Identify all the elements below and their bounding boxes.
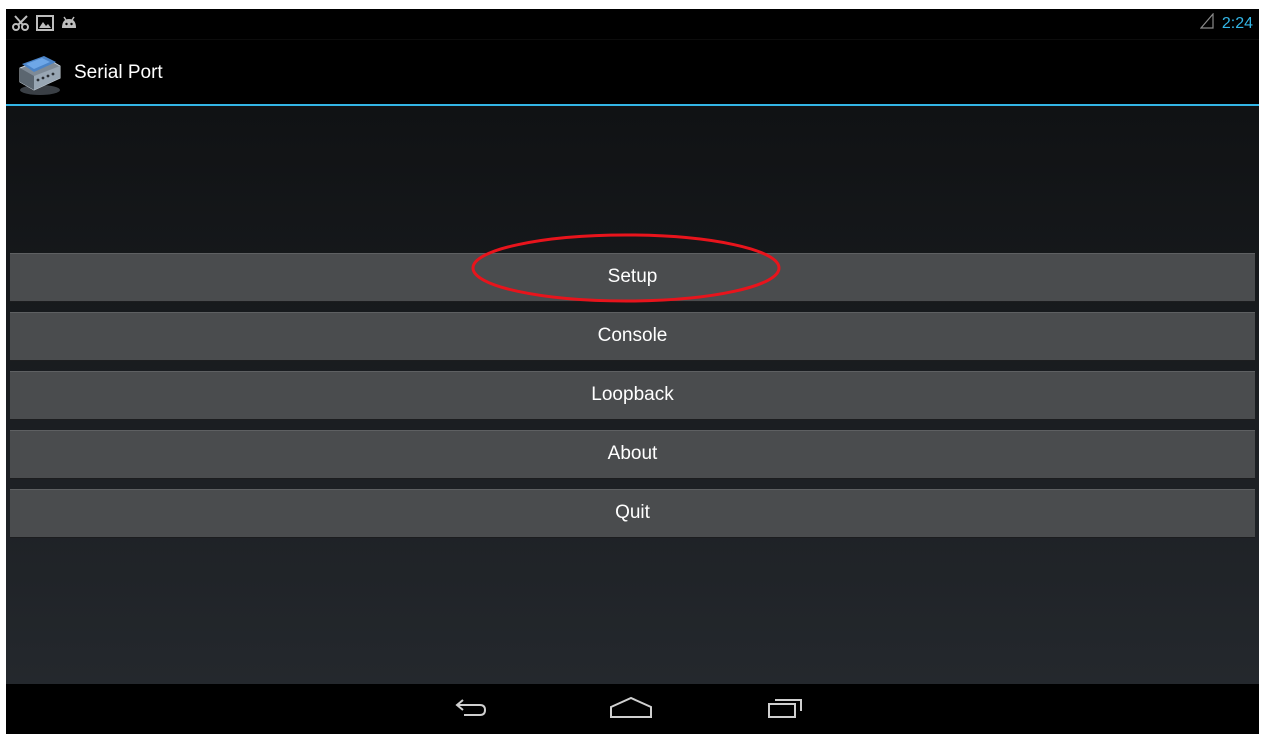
status-bar: 2:24 xyxy=(6,9,1259,40)
navigation-bar xyxy=(6,684,1259,734)
quit-button[interactable]: Quit xyxy=(10,489,1255,537)
recent-apps-icon[interactable] xyxy=(767,694,807,727)
console-button[interactable]: Console xyxy=(10,312,1255,360)
main-content: Setup Console Loopback About Quit xyxy=(6,106,1259,684)
clock: 2:24 xyxy=(1221,14,1253,32)
about-button[interactable]: About xyxy=(10,430,1255,478)
loopback-button[interactable]: Loopback xyxy=(10,371,1255,419)
setup-button[interactable]: Setup xyxy=(10,253,1255,301)
notification-icons xyxy=(12,14,78,37)
back-icon[interactable] xyxy=(454,694,490,727)
action-bar: Serial Port xyxy=(6,40,1259,106)
home-icon[interactable] xyxy=(609,694,653,727)
image-icon xyxy=(36,14,54,37)
android-icon xyxy=(60,14,78,37)
serial-port-icon[interactable] xyxy=(16,50,64,98)
scissors-icon xyxy=(12,14,30,37)
device-screen: 2:24 Serial Port Setup Console Loopback … xyxy=(6,9,1259,734)
main-menu: Setup Console Loopback About Quit xyxy=(10,253,1255,548)
signal-icon xyxy=(1199,12,1214,34)
system-status: 2:24 xyxy=(1199,12,1253,34)
app-title: Serial Port xyxy=(74,62,163,83)
